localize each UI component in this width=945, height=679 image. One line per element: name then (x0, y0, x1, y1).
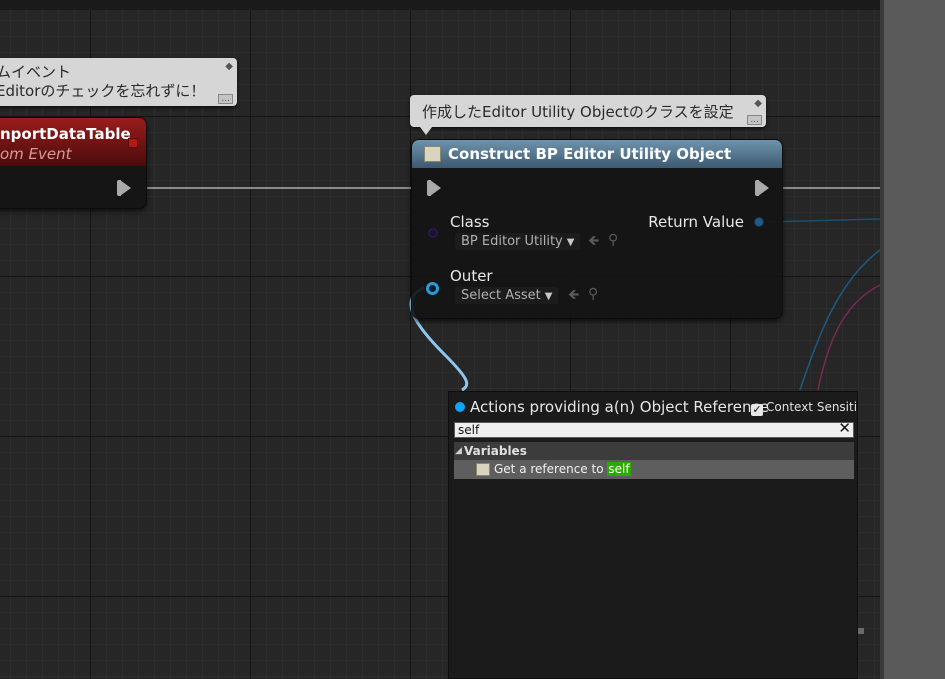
action-search-value: self (458, 423, 480, 437)
collapse-triangle-icon[interactable]: ◢ (455, 442, 462, 460)
comment-left-line1: ムイベント (0, 63, 72, 81)
action-search-input[interactable]: self ✕ (454, 421, 854, 438)
blue-wire (799, 249, 880, 391)
return-wire (765, 218, 880, 223)
category-variables[interactable]: ◢ Variables (454, 442, 854, 460)
return-value-label: Return Value (648, 213, 744, 231)
event-exec-out-pin[interactable] (117, 180, 131, 196)
action-menu-title: Actions providing a(n) Object Reference (455, 398, 769, 416)
outer-dropdown-value: Select Asset (461, 288, 541, 303)
class-dropdown-value: BP Editor Utility (461, 234, 563, 249)
details-panel-edge (880, 0, 945, 679)
checkmark-icon[interactable]: ✓ (751, 404, 763, 416)
construct-node-title: Construct BP Editor Utility Object (448, 145, 732, 163)
outer-dropdown[interactable]: Select Asset ▼ (455, 287, 559, 304)
pin-icon[interactable]: ◆ (225, 61, 233, 72)
construct-exec-in-pin[interactable] (427, 180, 441, 196)
object-reference-icon (455, 402, 465, 412)
arrow-left-icon[interactable]: 🡸 (568, 288, 579, 302)
action-menu-popup[interactable]: Actions providing a(n) Object Reference … (448, 391, 858, 679)
context-sensitive-label: Context Sensitive (766, 400, 858, 414)
construct-exec-out-pin[interactable] (755, 180, 769, 196)
event-node-subtitle: om Event (0, 145, 72, 163)
action-item-get-self-reference[interactable]: Get a reference to self (454, 460, 854, 479)
chevron-down-icon: ▼ (544, 291, 553, 302)
outer-input-pin[interactable] (426, 282, 439, 295)
comment-construct-text: 作成したEditor Utility Objectのクラスを設定 (422, 103, 734, 121)
arrow-left-icon[interactable]: 🡸 (588, 234, 599, 248)
event-node-header: nportDataTable om Event (0, 118, 146, 166)
pin-icon[interactable]: ◆ (754, 98, 762, 109)
class-icon (424, 146, 441, 162)
comment-tail (420, 127, 432, 135)
magnifier-icon[interactable]: ⚲ (608, 233, 618, 247)
magnifier-icon[interactable]: ⚲ (588, 287, 598, 301)
action-menu-title-text: Actions providing a(n) Object Reference (470, 398, 769, 416)
class-dropdown[interactable]: BP Editor Utility ▼ (455, 233, 581, 250)
class-input-pin[interactable] (428, 228, 438, 238)
delegate-pin-icon[interactable] (128, 138, 138, 148)
return-value-pin[interactable] (754, 217, 764, 227)
magenta-wire (817, 284, 880, 391)
comment-left-line2: Editorのチェックを忘れずに！ (0, 82, 206, 100)
custom-event-node[interactable]: nportDataTable om Event (0, 118, 146, 208)
comment-bubble-left[interactable]: ムイベント Editorのチェックを忘れずに！ ◆ ... (0, 58, 237, 106)
construct-node-header: Construct BP Editor Utility Object (412, 140, 782, 168)
context-sensitive-toggle[interactable]: ✓Context Sensitive (751, 400, 858, 416)
class-label: Class (450, 213, 490, 231)
construct-object-node[interactable]: Construct BP Editor Utility Object Class… (412, 140, 782, 318)
chevron-down-icon: ▼ (566, 237, 575, 248)
blueprint-graph-canvas[interactable]: ムイベント Editorのチェックを忘れずに！ ◆ ... nportDataT… (0, 0, 880, 679)
more-icon[interactable]: ... (747, 115, 762, 125)
more-icon[interactable]: ... (218, 94, 233, 104)
comment-bubble-construct[interactable]: 作成したEditor Utility Objectのクラスを設定 ◆ ... (410, 95, 766, 127)
variable-icon (476, 463, 490, 476)
outer-label: Outer (450, 267, 493, 285)
category-label: Variables (464, 444, 527, 458)
close-icon[interactable]: ✕ (838, 421, 851, 436)
reroute-node (858, 628, 864, 634)
event-node-title: nportDataTable (0, 125, 131, 143)
action-item-highlight: self (607, 462, 631, 476)
action-item-prefix: Get a reference to (494, 462, 608, 476)
